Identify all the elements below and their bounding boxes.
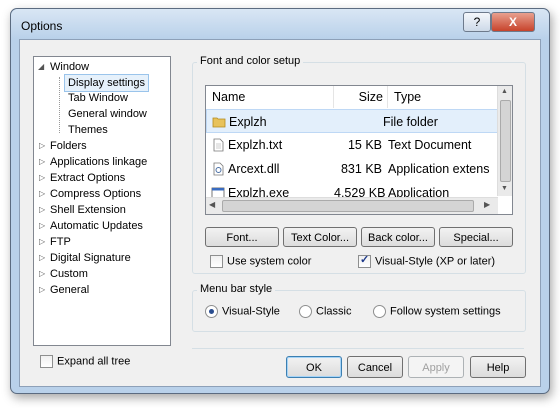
radio-follow-system-dot[interactable]: [373, 305, 386, 318]
expand-arrow-icon[interactable]: ▷: [39, 234, 45, 250]
file-size: 831 KB: [340, 162, 382, 176]
scroll-up-arrow-icon[interactable]: ▲: [501, 88, 508, 95]
column-header-name[interactable]: Name: [206, 86, 334, 108]
radio-visual-style-label: Visual-Style: [222, 305, 280, 318]
tree-connector: [59, 77, 60, 133]
radio-visual-style[interactable]: Visual-Style: [205, 305, 280, 318]
scroll-right-arrow-icon[interactable]: ▶: [484, 200, 490, 209]
file-name: Explzh.txt: [228, 138, 283, 152]
back-color-button[interactable]: Back color...: [361, 227, 435, 247]
font-color-group: Font and color setup Name Size Type Expl…: [192, 55, 526, 274]
tree-item-extract-options[interactable]: Extract Options: [50, 170, 125, 186]
font-color-group-label: Font and color setup: [197, 55, 304, 67]
collapse-arrow-icon[interactable]: ◢: [38, 59, 44, 75]
help-title-button[interactable]: ?: [463, 12, 491, 32]
radio-classic[interactable]: Classic: [299, 305, 351, 318]
expand-arrow-icon[interactable]: ▷: [39, 186, 45, 202]
tree-item-compress-options[interactable]: Compress Options: [50, 186, 141, 202]
tree-item-custom[interactable]: Custom: [50, 266, 88, 282]
expand-all-label: Expand all tree: [57, 355, 131, 368]
close-button[interactable]: X: [491, 12, 535, 32]
tree-item-automatic-updates[interactable]: Automatic Updates: [50, 218, 143, 234]
expand-arrow-icon[interactable]: ▷: [39, 154, 45, 170]
text-file-icon: [213, 138, 224, 152]
title-bar: Options ? X: [11, 9, 549, 39]
tree-item-window[interactable]: Window: [50, 59, 89, 75]
vertical-scrollbar[interactable]: ▲ ▼: [497, 86, 512, 196]
file-type: Text Document: [388, 138, 472, 152]
apply-button[interactable]: Apply: [408, 356, 464, 378]
font-button[interactable]: Font...: [205, 227, 279, 247]
expand-arrow-icon[interactable]: ▷: [39, 138, 45, 154]
expand-arrow-icon[interactable]: ▷: [39, 250, 45, 266]
column-header-size-label: Size: [358, 90, 383, 104]
visual-style-checkbox[interactable]: Visual-Style (XP or later): [358, 253, 496, 268]
tree-item-general[interactable]: General: [50, 282, 89, 298]
options-tree[interactable]: ◢ Window Display settings Tab Window Gen…: [33, 56, 171, 346]
use-system-color-label: Use system color: [227, 255, 312, 268]
file-type: Application extens: [388, 162, 490, 176]
tree-item-general-window[interactable]: General window: [68, 106, 147, 122]
menu-bar-style-label: Menu bar style: [197, 283, 276, 295]
radio-follow-system-label: Follow system settings: [390, 305, 501, 318]
ok-button[interactable]: OK: [286, 356, 342, 378]
cancel-button[interactable]: Cancel: [347, 356, 403, 378]
expand-all-checkbox-box[interactable]: [40, 355, 53, 368]
menu-bar-style-group: Menu bar style Visual-Style Classic Foll…: [192, 283, 526, 332]
window-title: Options: [21, 19, 63, 33]
visual-style-label: Visual-Style (XP or later): [375, 255, 496, 268]
radio-follow-system[interactable]: Follow system settings: [373, 305, 501, 318]
list-item[interactable]: Explzh.txt 15 KB Text Document: [206, 133, 498, 157]
column-header-size[interactable]: Size: [334, 86, 388, 108]
column-header-type[interactable]: Type: [388, 86, 498, 108]
file-name: Arcext.dll: [228, 162, 280, 176]
radio-classic-label: Classic: [316, 305, 352, 318]
dialog-client-area: ◢ Window Display settings Tab Window Gen…: [19, 39, 541, 387]
radio-visual-style-dot[interactable]: [205, 305, 218, 318]
expand-all-tree-checkbox[interactable]: Expand all tree: [40, 355, 130, 368]
file-list-preview[interactable]: Name Size Type Explzh File folder Explzh…: [205, 85, 513, 215]
tree-item-themes[interactable]: Themes: [68, 122, 108, 138]
scroll-down-arrow-icon[interactable]: ▼: [501, 185, 508, 192]
expand-arrow-icon[interactable]: ▷: [39, 202, 45, 218]
tree-item-digital-signature[interactable]: Digital Signature: [50, 250, 131, 266]
vertical-scroll-thumb[interactable]: [500, 100, 511, 182]
file-size: 15 KB: [347, 138, 382, 152]
file-type: File folder: [383, 115, 438, 129]
help-button[interactable]: Help: [470, 356, 526, 378]
horizontal-scrollbar[interactable]: ◀ ▶: [206, 197, 498, 214]
use-system-color-checkbox[interactable]: Use system color: [210, 255, 311, 268]
expand-arrow-icon[interactable]: ▷: [39, 170, 45, 186]
file-name: Explzh: [229, 115, 267, 129]
footer-separator: [192, 348, 524, 349]
scroll-left-arrow-icon[interactable]: ◀: [209, 200, 215, 209]
tree-item-folders[interactable]: Folders: [50, 138, 87, 154]
tree-item-ftp[interactable]: FTP: [50, 234, 71, 250]
options-dialog: Options ? X ◢ Window Display settings Ta…: [10, 8, 550, 394]
expand-arrow-icon[interactable]: ▷: [39, 266, 45, 282]
visual-style-box[interactable]: [358, 253, 371, 268]
tree-item-shell-extension[interactable]: Shell Extension: [50, 202, 126, 218]
radio-classic-dot[interactable]: [299, 305, 312, 318]
expand-arrow-icon[interactable]: ▷: [39, 282, 45, 298]
tree-item-applications-linkage[interactable]: Applications linkage: [50, 154, 147, 170]
use-system-color-box[interactable]: [210, 255, 223, 268]
horizontal-scroll-thumb[interactable]: [222, 200, 474, 212]
folder-icon: [212, 117, 226, 128]
special-button[interactable]: Special...: [439, 227, 513, 247]
text-color-button[interactable]: Text Color...: [283, 227, 357, 247]
list-item[interactable]: Explzh File folder: [206, 109, 498, 133]
dll-file-icon: [213, 162, 224, 176]
list-item[interactable]: Arcext.dll 831 KB Application extens: [206, 157, 498, 181]
tree-item-tab-window[interactable]: Tab Window: [68, 90, 128, 106]
expand-arrow-icon[interactable]: ▷: [39, 218, 45, 234]
